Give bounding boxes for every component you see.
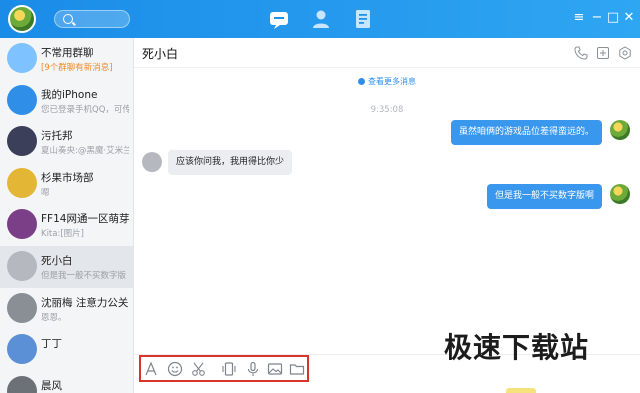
emoji-icon[interactable]: [167, 361, 183, 377]
message-tab[interactable]: [268, 8, 290, 30]
conversation-item[interactable]: 我的iPhone 您已登录手机QQ，可传: [0, 80, 133, 122]
image-icon[interactable]: [267, 361, 283, 377]
history-icon: [358, 78, 365, 85]
conversation-list: 不常用群聊 [9个群聊有新消息] 我的iPhone 您已登录手机QQ，可传 污托邦夏山奏…: [0, 38, 134, 393]
search-icon: [63, 14, 73, 24]
message-bubble-sent: 但是我一般不买数字版啊: [486, 184, 602, 209]
composer-toolbar: [139, 355, 309, 382]
title-bar: ≡ − □ ✕: [0, 0, 640, 38]
view-more-messages-link[interactable]: 查看更多消息: [134, 76, 640, 87]
add-member-icon[interactable]: [596, 46, 610, 60]
conversation-name: 我的iPhone: [41, 88, 98, 101]
conversation-name: 杉果市场部: [41, 171, 94, 184]
conversation-preview: Kita:[图片]: [41, 229, 84, 240]
conversation-name: 晨风: [41, 379, 62, 392]
conversation-item[interactable]: 丁丁: [0, 329, 133, 371]
conversation-preview: [9个群聊有新消息]: [41, 63, 113, 73]
conversation-name: FF14网通一区萌芽: [41, 213, 130, 226]
conversation-avatar: [7, 84, 37, 115]
maximize-button[interactable]: □: [606, 11, 620, 25]
font-icon[interactable]: [143, 361, 159, 377]
conversation-avatar: [7, 126, 37, 157]
conversation-avatar: [7, 250, 37, 281]
conversation-preview: 您已登录手机QQ，可传: [41, 104, 129, 115]
chat-header: 死小白: [134, 38, 640, 68]
conversation-item[interactable]: 沈丽梅 注意力公关 恩恩。: [0, 288, 133, 330]
conversation-name: 不常用群聊: [41, 47, 94, 59]
conversation-item[interactable]: 不常用群聊 [9个群聊有新消息]: [0, 38, 133, 80]
file-folder-icon[interactable]: [289, 361, 305, 377]
conversation-name: 死小白: [41, 254, 73, 267]
conversation-preview: 恩恩。: [41, 312, 67, 323]
message-timestamp: 9:35:08: [370, 105, 404, 115]
conversation-avatar: [7, 209, 37, 240]
apps-tab[interactable]: [352, 8, 374, 30]
document-icon: [356, 10, 370, 28]
screenshot-scissors-icon[interactable]: [191, 361, 207, 377]
settings-icon[interactable]: [618, 46, 632, 60]
user-avatar[interactable]: [8, 5, 36, 33]
conversation-item[interactable]: 死小白但是我一般不买数字版: [0, 245, 133, 288]
message-bubble-sent: 虽然咱俩的游戏品位差得蛮远的。: [450, 120, 602, 145]
conversation-name: 污托邦: [41, 130, 73, 143]
conversation-name: 沈丽梅 注意力公关: [41, 296, 129, 309]
conversation-avatar: [7, 375, 37, 393]
search-input[interactable]: [54, 10, 130, 28]
person-icon: [313, 10, 329, 28]
close-button[interactable]: ✕: [622, 11, 636, 25]
minimize-button[interactable]: −: [590, 11, 604, 25]
conversation-name: 丁丁: [41, 338, 62, 351]
view-more-label: 查看更多消息: [368, 77, 416, 86]
chat-bubble-icon: [270, 12, 288, 29]
contacts-tab[interactable]: [310, 8, 332, 30]
conversation-item[interactable]: FF14网通一区萌芽 Kita:[图片]: [0, 204, 133, 246]
chat-title: 死小白: [142, 47, 179, 61]
contact-message-avatar[interactable]: [142, 152, 162, 172]
conversation-avatar: [7, 167, 37, 198]
conversation-avatar: [7, 292, 37, 323]
menu-button[interactable]: ≡: [572, 11, 586, 25]
voice-icon[interactable]: [245, 361, 261, 377]
watermark-text: 极速下载站: [444, 331, 590, 364]
conversation-preview: 夏山奏央:@黑魔·艾米兰: [41, 146, 129, 157]
conversation-preview: 嗯: [41, 187, 50, 198]
conversation-preview: 但是我一般不买数字版: [41, 270, 127, 281]
conversation-item[interactable]: 晨风: [0, 371, 133, 393]
composer-decoration: [506, 388, 536, 393]
shake-icon[interactable]: [221, 361, 237, 377]
conversation-avatar: [7, 334, 37, 365]
my-message-avatar[interactable]: [610, 120, 630, 140]
message-bubble-received: 应该你问我，我用得比你少: [168, 150, 293, 175]
phone-icon[interactable]: [574, 46, 588, 60]
conversation-item[interactable]: 污托邦夏山奏央:@黑魔·艾米兰: [0, 121, 133, 163]
conversation-item[interactable]: 杉果市场部嗯: [0, 163, 133, 205]
message-area: 查看更多消息 9:35:08 虽然咱俩的游戏品位差得蛮远的。 应该你问我，我用得…: [134, 68, 640, 354]
conversation-avatar: [7, 43, 37, 73]
my-message-avatar[interactable]: [610, 184, 630, 204]
